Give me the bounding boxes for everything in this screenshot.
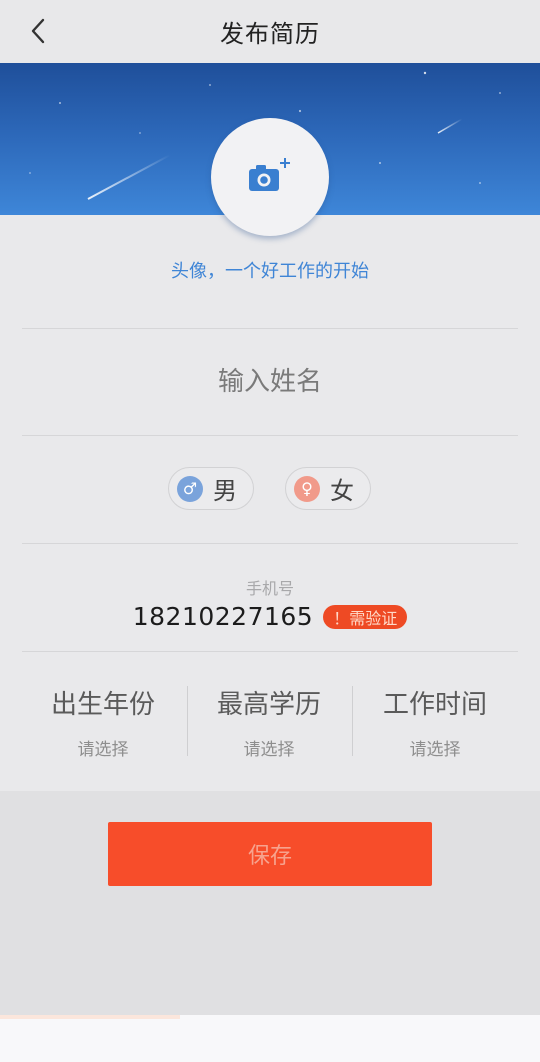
save-button[interactable]: 保存 (108, 822, 432, 886)
divider (22, 435, 518, 436)
camera-plus-icon (249, 158, 290, 191)
phone-row: 18210227165 ！需验证 (0, 602, 540, 631)
gender-female-label: 女 (330, 477, 354, 505)
nav-bar: 发布简历 (0, 0, 540, 63)
picker-value: 请选择 (409, 740, 461, 760)
work-time-picker[interactable]: 工作时间 请选择 (352, 680, 518, 760)
phone-number: 18210227165 (132, 602, 314, 631)
divider (22, 328, 518, 329)
page-title: 发布简历 (220, 20, 320, 48)
avatar-upload-button[interactable] (211, 118, 329, 236)
picker-title: 出生年份 (50, 690, 155, 720)
name-input[interactable] (22, 330, 518, 434)
active-tab-indicator (0, 1015, 180, 1019)
education-picker[interactable]: 最高学历 请选择 (186, 680, 352, 760)
picker-value: 请选择 (243, 740, 295, 760)
gender-male-label: 男 (213, 477, 237, 505)
verify-badge[interactable]: ！需验证 (323, 604, 408, 629)
bottom-tab-bar (0, 1015, 540, 1062)
birth-year-picker[interactable]: 出生年份 请选择 (20, 680, 186, 760)
divider (22, 651, 518, 652)
divider (22, 543, 518, 544)
picker-value: 请选择 (77, 740, 129, 760)
gender-female-button[interactable]: ♀ 女 (285, 467, 371, 510)
female-icon: ♀ (294, 475, 320, 502)
picker-title: 最高学历 (216, 690, 321, 720)
gender-male-button[interactable]: ♂ 男 (168, 467, 254, 510)
avatar-hint: 头像，一个好工作的开始 (171, 261, 369, 282)
male-icon: ♂ (177, 475, 203, 502)
phone-label: 手机号 (245, 579, 294, 598)
picker-title: 工作时间 (382, 690, 487, 720)
